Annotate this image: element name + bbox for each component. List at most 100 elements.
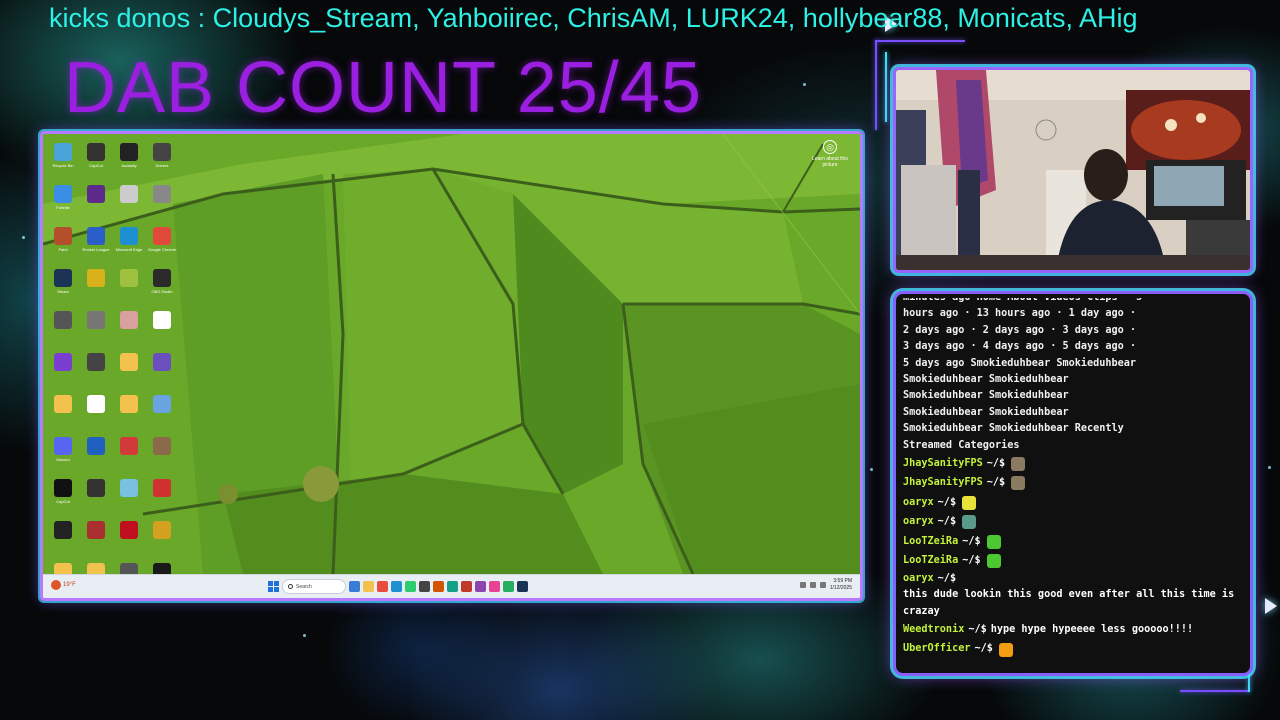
chat-username[interactable]: oaryx bbox=[903, 495, 934, 511]
desktop-icon-label: Recycle Bin bbox=[52, 163, 74, 168]
desktop-icon[interactable] bbox=[80, 306, 112, 348]
chat-username[interactable]: LooTZeiRa bbox=[903, 534, 958, 550]
desktop-icon[interactable] bbox=[113, 264, 145, 306]
desktop-icon[interactable] bbox=[146, 348, 178, 390]
learn-about-picture[interactable]: ◎ Learn about this picture bbox=[810, 140, 850, 168]
desktop-icon[interactable] bbox=[113, 306, 145, 348]
desktop-icon[interactable] bbox=[80, 390, 112, 432]
desktop-icon[interactable]: CapCut bbox=[80, 138, 112, 180]
app-icon bbox=[120, 311, 138, 329]
desktop-icon[interactable] bbox=[113, 516, 145, 558]
desktop-icon[interactable]: Steam bbox=[47, 264, 79, 306]
taskbar-app-icon[interactable] bbox=[433, 581, 444, 592]
chat-username[interactable]: Weedtronix bbox=[903, 622, 964, 638]
chat-message: Weedtronix ~/$ hype hype hypeeee less gooo… bbox=[903, 620, 1243, 640]
desktop-icon[interactable] bbox=[146, 432, 178, 474]
desktop-icon[interactable] bbox=[47, 390, 79, 432]
desktop-icon[interactable] bbox=[146, 474, 178, 516]
chat-message: JhaySanityFPS ~/$ bbox=[903, 474, 1243, 494]
taskbar-app-icon[interactable] bbox=[503, 581, 514, 592]
folder-icon bbox=[120, 395, 138, 413]
chat-header-line: Smokieduhbear Smokieduhbear bbox=[903, 390, 1069, 402]
desktop-icon[interactable] bbox=[80, 264, 112, 306]
chat-username[interactable]: JhaySanityFPS bbox=[903, 475, 983, 491]
folder-icon bbox=[54, 395, 72, 413]
desktop-icon[interactable] bbox=[80, 348, 112, 390]
taskbar-app-icon[interactable] bbox=[405, 581, 416, 592]
desktop-icon[interactable] bbox=[80, 474, 112, 516]
taskbar-clock[interactable]: 3:59 PM 1/12/2025 bbox=[830, 578, 852, 592]
taskbar-app-icon[interactable] bbox=[475, 581, 486, 592]
obs-icon bbox=[87, 353, 105, 371]
taskbar-app-icon[interactable] bbox=[489, 581, 500, 592]
desktop-icon[interactable]: CapCut bbox=[47, 474, 79, 516]
chat-header-line: 5 days ago Smokieduhbear Smokieduhbear bbox=[903, 357, 1137, 369]
chevron-up-icon[interactable] bbox=[799, 582, 806, 588]
taskbar-app-icon[interactable] bbox=[517, 581, 528, 592]
chat-prompt: ~/$ bbox=[937, 573, 957, 585]
taskbar-app-icon[interactable] bbox=[349, 581, 360, 592]
desktop-icon[interactable] bbox=[47, 516, 79, 558]
chat-username[interactable]: JhaySanityFPS bbox=[903, 456, 983, 472]
neon-decoration bbox=[875, 40, 877, 130]
desktop-icon[interactable] bbox=[47, 306, 79, 348]
desktop-icon[interactable] bbox=[47, 348, 79, 390]
desktop-icon-label: Steam bbox=[57, 289, 69, 294]
desktop-icon[interactable]: Google Chrome bbox=[146, 222, 178, 264]
blob-emote-icon bbox=[986, 554, 1001, 569]
desktop-icon-label: Discord bbox=[56, 457, 70, 462]
desktop-icon-label: Drivers bbox=[155, 163, 169, 168]
neon-decoration bbox=[1180, 690, 1250, 692]
game-icon bbox=[87, 185, 105, 203]
taskbar-app-icon[interactable] bbox=[461, 581, 472, 592]
desktop-icon[interactable]: Paint bbox=[47, 222, 79, 264]
desktop-icon[interactable]: Drivers bbox=[146, 138, 178, 180]
taskbar-app-icon[interactable] bbox=[419, 581, 430, 592]
desktop-icon[interactable]: Rocket League bbox=[80, 222, 112, 264]
taskbar-search[interactable]: Search bbox=[282, 579, 346, 594]
desktop-icon[interactable]: Recycle Bin bbox=[47, 138, 79, 180]
taskbar-app-icon[interactable] bbox=[447, 581, 458, 592]
chat-header-line: hours ago · 13 hours ago · 1 day ago · bbox=[903, 308, 1137, 320]
taskbar-app-icon[interactable] bbox=[377, 581, 388, 592]
desktop-icon[interactable] bbox=[113, 348, 145, 390]
network-icon[interactable] bbox=[809, 582, 816, 588]
desktop-icon[interactable] bbox=[113, 432, 145, 474]
desktop-icon[interactable]: Microsoft Edge bbox=[113, 222, 145, 264]
chat-username[interactable]: oaryx bbox=[903, 571, 934, 587]
chat-username[interactable]: UberOfficer bbox=[903, 641, 970, 657]
windows-start-icon[interactable] bbox=[268, 581, 279, 592]
desktop-icon[interactable] bbox=[146, 180, 178, 222]
desktop-icon[interactable] bbox=[80, 180, 112, 222]
desktop-icon[interactable]: Fortnite bbox=[47, 180, 79, 222]
desktop-icon[interactable] bbox=[146, 390, 178, 432]
weather-widget[interactable]: 19°F bbox=[51, 580, 76, 590]
chat-username[interactable]: oaryx bbox=[903, 514, 934, 530]
image-icon bbox=[153, 395, 171, 413]
taskbar-app-icon[interactable] bbox=[363, 581, 374, 592]
desktop-icon[interactable]: Discord bbox=[47, 432, 79, 474]
learn-about-picture-label: Learn about this picture bbox=[812, 156, 848, 168]
search-placeholder: Search bbox=[296, 583, 312, 590]
chat-username[interactable]: LooTZeiRa bbox=[903, 553, 958, 569]
taskbar-app-icon[interactable] bbox=[391, 581, 402, 592]
desktop-icon[interactable] bbox=[113, 474, 145, 516]
desktop-icon-label: CapCut bbox=[89, 163, 103, 168]
chat-header-text: minutes ago Home About Videos Clips · 5 h… bbox=[903, 298, 1243, 454]
volume-icon[interactable] bbox=[819, 582, 826, 588]
taskbar-center: Search bbox=[268, 579, 528, 594]
desktop-icon[interactable] bbox=[80, 516, 112, 558]
desktop-icon[interactable] bbox=[146, 306, 178, 348]
desktop-icon-grid: Recycle Bin CapCut Audacity Drivers Fortnite… bbox=[47, 138, 179, 581]
desktop-icon[interactable] bbox=[146, 516, 178, 558]
recycle-bin-icon bbox=[54, 143, 72, 161]
desktop-icon[interactable]: OBS Studio bbox=[146, 264, 178, 306]
obs-icon bbox=[87, 143, 105, 161]
paint-icon bbox=[54, 227, 72, 245]
desktop-icon[interactable] bbox=[113, 180, 145, 222]
desktop-icon[interactable] bbox=[80, 432, 112, 474]
chat-message: LooTZeiRa ~/$ bbox=[903, 532, 1243, 552]
app-icon bbox=[153, 185, 171, 203]
desktop-icon[interactable] bbox=[113, 390, 145, 432]
desktop-icon[interactable]: Audacity bbox=[113, 138, 145, 180]
